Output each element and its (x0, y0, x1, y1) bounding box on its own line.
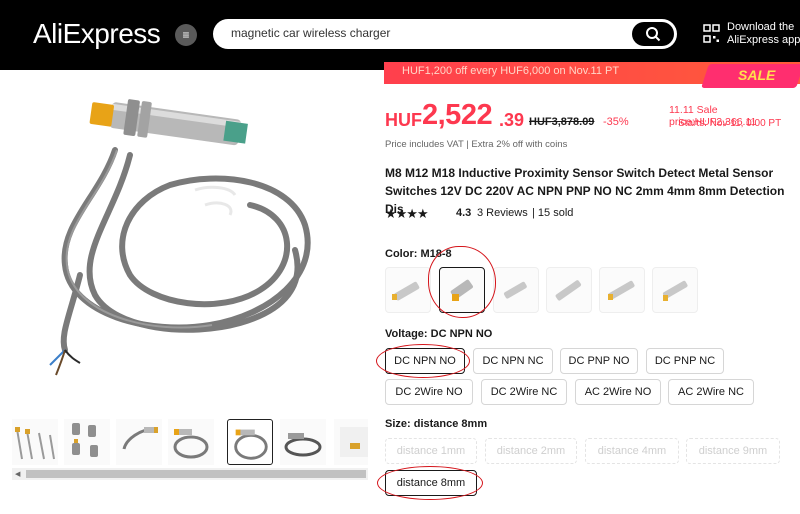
color-swatch-5[interactable] (599, 267, 645, 313)
voltage-option-dc-pnp-no[interactable]: DC PNP NO (560, 348, 638, 374)
search-box (213, 19, 677, 49)
original-price: HUF3,878.09 (529, 116, 595, 128)
voltage-label: Voltage: DC NPN NO (385, 328, 493, 340)
scroll-left-icon[interactable]: ◀ (15, 470, 20, 478)
search-button[interactable] (632, 22, 674, 46)
voltage-option-dc-pnp-nc[interactable]: DC PNP NC (646, 348, 724, 374)
app-line1: Download the (727, 21, 795, 33)
voltage-option-ac-2wire-nc[interactable]: AC 2Wire NC (668, 379, 754, 405)
search-input[interactable] (231, 26, 621, 40)
thumbnail-scrollbar[interactable]: ◀ (12, 468, 368, 480)
sold-count: | 15 sold (532, 207, 574, 219)
search-icon (646, 27, 661, 42)
rating-value: 4.3 (456, 207, 472, 219)
reviews-link[interactable]: 3 Reviews (477, 207, 528, 219)
price-decimals: .39 (499, 110, 525, 130)
voltage-option-dc-2wire-nc[interactable]: DC 2Wire NC (481, 379, 567, 405)
thumbnail-1[interactable] (12, 419, 58, 465)
annotation-circle-voltage (376, 344, 470, 378)
thumbnail-4[interactable] (168, 419, 214, 465)
discount-badge: -35% (603, 116, 629, 128)
sale-label: SALE (738, 67, 776, 83)
size-option-9mm[interactable]: distance 9mm (686, 438, 780, 464)
thumbnail-2[interactable] (64, 419, 110, 465)
app-line2: AliExpress app (727, 34, 800, 46)
thumbnail-6[interactable] (280, 419, 326, 465)
color-swatch-6[interactable] (652, 267, 698, 313)
product-title: M8 M12 M18 Inductive Proximity Sensor Sw… (385, 166, 785, 216)
voltage-option-dc-npn-nc[interactable]: DC NPN NC (473, 348, 553, 374)
scroll-thumb[interactable] (26, 470, 366, 478)
promo-text: HUF1,200 off every HUF6,000 on Nov.11 PT (402, 65, 620, 77)
color-swatch-4[interactable] (546, 267, 592, 313)
size-label: Size: distance 8mm (385, 418, 488, 430)
thumbnail-7[interactable] (334, 419, 368, 465)
size-option-2mm[interactable]: distance 2mm (485, 438, 577, 464)
annotation-circle-color (428, 246, 496, 318)
main-product-image[interactable] (20, 75, 360, 405)
annotation-circle-size (377, 466, 483, 500)
thumbnail-5-selected[interactable] (227, 419, 273, 465)
price-currency: HUF (385, 110, 422, 130)
menu-icon[interactable]: ≡ (175, 24, 197, 46)
thumbnail-3[interactable] (116, 419, 162, 465)
color-swatch-1[interactable] (385, 267, 431, 313)
vat-note: Price includes VAT | Extra 2% off with c… (385, 139, 568, 150)
qr-code-icon (703, 24, 720, 43)
header-bar: AliExpress ≡ Download the AliExpress app (0, 0, 800, 70)
price-main: 2,522 (422, 99, 493, 131)
rating-stars-icon: ★★★★ (385, 206, 429, 221)
sale-start-time: Starts: Nov 11, 0:00 PT (678, 118, 782, 129)
voltage-option-ac-2wire-no[interactable]: AC 2Wire NO (575, 379, 661, 405)
size-option-4mm[interactable]: distance 4mm (585, 438, 679, 464)
aliexpress-logo[interactable]: AliExpress (33, 18, 161, 50)
color-swatch-3[interactable] (493, 267, 539, 313)
voltage-option-dc-2wire-no[interactable]: DC 2Wire NO (385, 379, 473, 405)
thumbnail-strip (12, 419, 368, 469)
size-option-1mm[interactable]: distance 1mm (385, 438, 477, 464)
